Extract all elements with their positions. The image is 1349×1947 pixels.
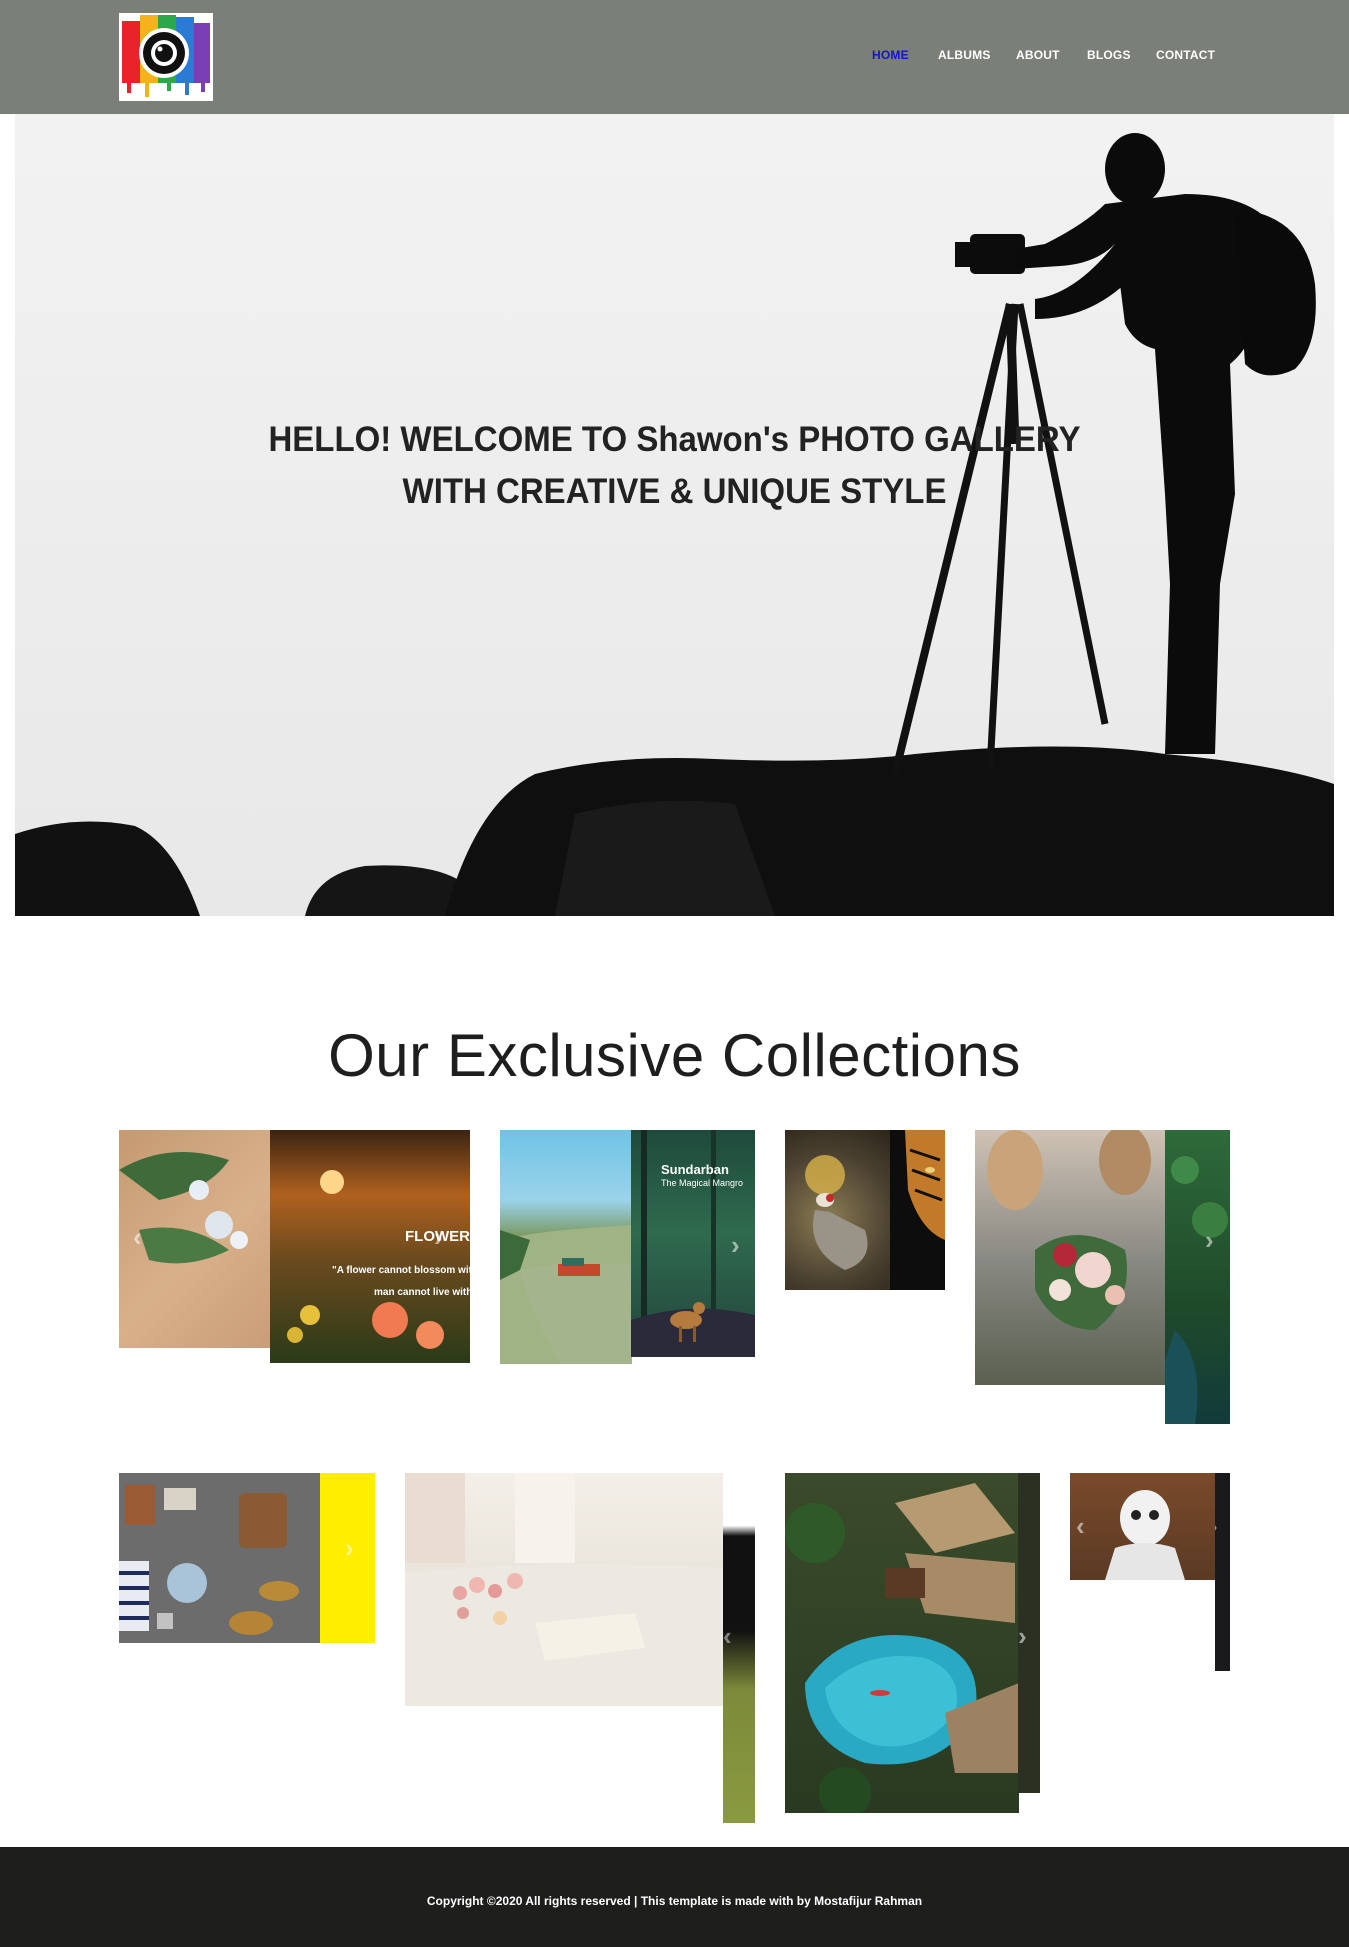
footer-copyright: Copyright ©2020 All rights reserved | Th… [426,1894,923,1908]
nav-albums[interactable]: ALBUMS [938,48,991,62]
bouquet-photo[interactable] [975,1130,1167,1385]
flowers-next-arrow-icon[interactable]: › [434,1222,443,1253]
robot-side-photo[interactable]: › [1215,1473,1230,1671]
crowned-crane-image [805,1155,868,1270]
side-slide-photo[interactable]: ‹ [723,1473,755,1823]
flatlay-photo[interactable] [119,1473,321,1643]
bouquet-image [987,1130,1151,1330]
hero-title-line-1: HELLO! WELCOME TO Shawon's PHOTO GALLERY [268,418,1081,459]
robot-photo[interactable]: ‹ [1070,1473,1216,1580]
resort-next-arrow-icon[interactable]: › [1018,1621,1027,1652]
flowers-prev-arrow-icon[interactable]: ‹ [133,1222,142,1253]
site-logo[interactable] [119,13,213,101]
sundarban-next-arrow-icon[interactable]: › [731,1230,740,1261]
flowers-photo-back[interactable]: ‹ [119,1130,271,1348]
hero-banner: HELLO! WELCOME TO Shawon's PHOTO GALLERY… [15,114,1334,916]
robot-image [1105,1490,1185,1580]
yellow-card-photo[interactable]: › [320,1473,375,1643]
garden-next-arrow-icon[interactable]: › [1205,1225,1214,1256]
river-photo[interactable] [500,1130,632,1364]
garden-path-photo[interactable]: › [1165,1130,1230,1424]
resort-pool-image [785,1483,1019,1813]
bed-flowers-book-image [405,1473,724,1706]
flowers-photo-front[interactable]: FLOWERS(1 "A flower cannot blossom wit m… [270,1130,470,1363]
nav-blogs[interactable]: BLOGS [1087,48,1131,62]
garden-path-image [1165,1156,1228,1424]
flowers-caption-line-2: man cannot live with [374,1287,470,1298]
flatlay-items-image [119,1485,299,1635]
crowned-crane-photo[interactable] [785,1130,891,1290]
flowers-caption-line-1: "A flower cannot blossom wit [332,1265,470,1276]
nav-contact[interactable]: CONTACT [1156,48,1215,62]
sundarban-title: Sundarban [661,1162,729,1177]
robot-prev-arrow-icon[interactable]: ‹ [1076,1511,1085,1542]
river-boats-image [500,1225,632,1364]
sundarban-subtitle: The Magical Mangro [661,1178,744,1188]
collections-title: Our Exclusive Collections [328,1022,1021,1089]
bedroom-next-arrow-icon[interactable]: ‹ [723,1621,732,1652]
resort-pool-photo[interactable] [785,1473,1019,1813]
nav-about[interactable]: ABOUT [1016,48,1060,62]
hero-title: HELLO! WELCOME TO Shawon's PHOTO GALLERY… [15,413,1334,517]
hero-title-line-2: WITH CREATIVE & UNIQUE STYLE [402,470,947,511]
bedroom-book-photo[interactable] [405,1473,724,1706]
resort-side-photo[interactable]: › [1018,1473,1040,1793]
robot-next-arrow-icon[interactable]: › [1215,1511,1218,1542]
tiger-photo[interactable] [890,1130,945,1290]
tiger-image [905,1130,945,1240]
flowers-leaves-image [119,1152,248,1264]
nav-home[interactable]: HOME [872,48,909,62]
flatlay-next-arrow-icon[interactable]: › [345,1533,354,1564]
sundarban-photo[interactable]: Sundarban The Magical Mangro › [631,1130,755,1357]
camera-logo-icon [122,15,210,97]
